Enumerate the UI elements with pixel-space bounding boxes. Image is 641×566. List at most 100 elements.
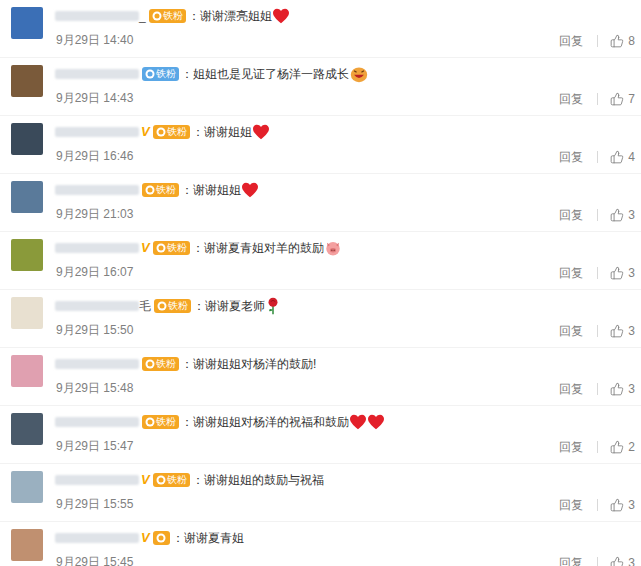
like-count: 3 xyxy=(628,554,635,566)
thumbs-up-icon xyxy=(610,150,624,164)
like-button[interactable]: 3 xyxy=(598,496,635,514)
comment-time: 9月29日 14:40 xyxy=(56,32,559,48)
comment-text: ：姐姐也是见证了杨洋一路成长 xyxy=(181,65,349,83)
reply-button[interactable]: 回复 xyxy=(559,438,597,456)
like-count: 3 xyxy=(628,264,635,282)
reply-button[interactable]: 回复 xyxy=(559,148,597,166)
like-button[interactable]: 3 xyxy=(598,206,635,224)
verified-mark: V xyxy=(141,470,150,490)
thumbs-up-icon xyxy=(610,208,624,222)
comment-line: 毛铁粉：谢谢夏老师 xyxy=(55,295,559,317)
like-count: 3 xyxy=(628,380,635,398)
avatar[interactable] xyxy=(11,7,43,39)
heart-icon xyxy=(272,8,290,24)
reply-button[interactable]: 回复 xyxy=(559,496,597,514)
comment-time: 9月29日 14:43 xyxy=(56,90,559,106)
like-button[interactable]: 3 xyxy=(598,554,635,566)
comment-row: V铁粉：谢谢姐姐 9月29日 16:46回复4 xyxy=(0,116,641,174)
heart-icon xyxy=(349,414,367,430)
comment-row: V铁粉：谢谢姐姐的鼓励与祝福 9月29日 15:55回复3 xyxy=(0,464,641,522)
comment-text: ：谢谢夏青姐 xyxy=(172,529,244,547)
fan-icon xyxy=(156,475,166,485)
fan-badge xyxy=(153,531,170,545)
like-button[interactable]: 3 xyxy=(598,380,635,398)
fan-icon xyxy=(145,185,155,195)
reply-button[interactable]: 回复 xyxy=(559,32,597,50)
comment-line: _铁粉：谢谢漂亮姐姐 xyxy=(55,5,559,27)
username[interactable]: 毛 xyxy=(139,297,151,315)
avatar[interactable] xyxy=(11,355,43,387)
fan-badge: 铁粉 xyxy=(142,183,179,197)
username-blur[interactable] xyxy=(55,69,139,79)
comment-time: 9月29日 15:48 xyxy=(56,380,559,396)
comment-time: 9月29日 15:55 xyxy=(56,496,559,512)
username-blur[interactable] xyxy=(55,417,139,427)
fan-icon xyxy=(152,11,162,21)
avatar[interactable] xyxy=(11,123,43,155)
like-button[interactable]: 3 xyxy=(598,322,635,340)
thumbs-up-icon xyxy=(610,324,624,338)
fan-badge: 铁粉 xyxy=(142,357,179,371)
comment-line: V铁粉：谢谢姐姐 xyxy=(55,121,559,143)
heart-icon xyxy=(252,124,270,140)
comment-text: ：谢谢姐姐的鼓励与祝福 xyxy=(192,471,324,489)
reply-button[interactable]: 回复 xyxy=(559,554,597,566)
like-button[interactable]: 8 xyxy=(598,32,635,50)
comment-row: V铁粉：谢谢夏青姐对羊的鼓励9月29日 16:07回复3 xyxy=(0,232,641,290)
comment-row: 铁粉：谢谢姐姐 9月29日 21:03回复3 xyxy=(0,174,641,232)
username-blur[interactable] xyxy=(55,359,139,369)
reply-button[interactable]: 回复 xyxy=(559,264,597,282)
comment-line: V：谢谢夏青姐 xyxy=(55,527,559,549)
avatar[interactable] xyxy=(11,529,43,561)
verified-mark: V xyxy=(141,238,150,258)
reply-button[interactable]: 回复 xyxy=(559,380,597,398)
avatar[interactable] xyxy=(11,297,43,329)
thumbs-up-icon xyxy=(610,266,624,280)
like-button[interactable]: 2 xyxy=(598,438,635,456)
comment-line: V铁粉：谢谢夏青姐对羊的鼓励 xyxy=(55,237,559,259)
username-blur[interactable] xyxy=(55,475,139,485)
avatar[interactable] xyxy=(11,471,43,503)
comment-row: 毛铁粉：谢谢夏老师 9月29日 15:50回复 3 xyxy=(0,290,641,348)
avatar[interactable] xyxy=(11,65,43,97)
comment-text: ：谢谢姐姐 xyxy=(181,181,241,199)
comment-line: V铁粉：谢谢姐姐的鼓励与祝福 xyxy=(55,469,559,491)
comment-line: 铁粉：姐姐也是见证了杨洋一路成长 xyxy=(55,63,559,85)
reply-button[interactable]: 回复 xyxy=(559,90,597,108)
like-button[interactable]: 3 xyxy=(598,264,635,282)
comment-row: 铁粉：谢谢姐姐对杨洋的鼓励!9月29日 15:48回复3 xyxy=(0,348,641,406)
fan-icon xyxy=(156,533,166,543)
fan-badge: 铁粉 xyxy=(149,9,186,23)
comment-text: ：谢谢姐姐对杨洋的祝福和鼓励 xyxy=(181,413,349,431)
like-button[interactable]: 7 xyxy=(598,90,635,108)
username-blur[interactable] xyxy=(55,185,139,195)
comment-time: 9月29日 21:03 xyxy=(56,206,559,222)
avatar[interactable] xyxy=(11,239,43,271)
username-blur[interactable] xyxy=(55,243,139,253)
reply-button[interactable]: 回复 xyxy=(559,322,597,340)
fan-icon xyxy=(157,301,167,311)
comment-time: 9月29日 16:46 xyxy=(56,148,559,164)
comment-row: _铁粉：谢谢漂亮姐姐 9月29日 14:40回复 8 xyxy=(0,0,641,58)
username[interactable]: _ xyxy=(139,7,146,25)
heart-icon xyxy=(367,414,385,430)
comment-line: 铁粉：谢谢姐姐对杨洋的祝福和鼓励 xyxy=(55,411,559,433)
fan-icon xyxy=(145,69,155,79)
avatar[interactable] xyxy=(11,181,43,213)
comment-time: 9月29日 15:50 xyxy=(56,322,559,338)
like-count: 8 xyxy=(628,32,635,50)
fan-icon xyxy=(145,359,155,369)
thumbs-up-icon xyxy=(610,556,624,566)
username-blur[interactable] xyxy=(55,533,139,543)
like-count: 3 xyxy=(628,322,635,340)
reply-button[interactable]: 回复 xyxy=(559,206,597,224)
like-button[interactable]: 4 xyxy=(598,148,635,166)
comment-text: ：谢谢夏青姐对羊的鼓励 xyxy=(192,239,324,257)
avatar[interactable] xyxy=(11,413,43,445)
comment-row: 铁粉：谢谢姐姐对杨洋的祝福和鼓励9月29日 15:47回复2 xyxy=(0,406,641,464)
comment-time: 9月29日 15:45 xyxy=(56,554,559,566)
username-blur[interactable] xyxy=(55,11,139,21)
username-blur[interactable] xyxy=(55,301,139,311)
username-blur[interactable] xyxy=(55,127,139,137)
comment-row: 铁粉：姐姐也是见证了杨洋一路成长 9月29日 14:43回复7 xyxy=(0,58,641,116)
